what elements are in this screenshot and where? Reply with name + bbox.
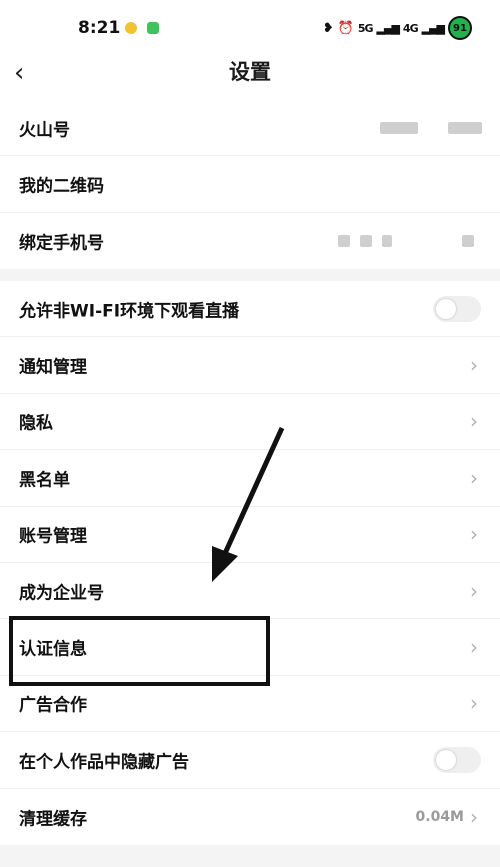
arrow-down-left-icon	[212, 426, 285, 582]
